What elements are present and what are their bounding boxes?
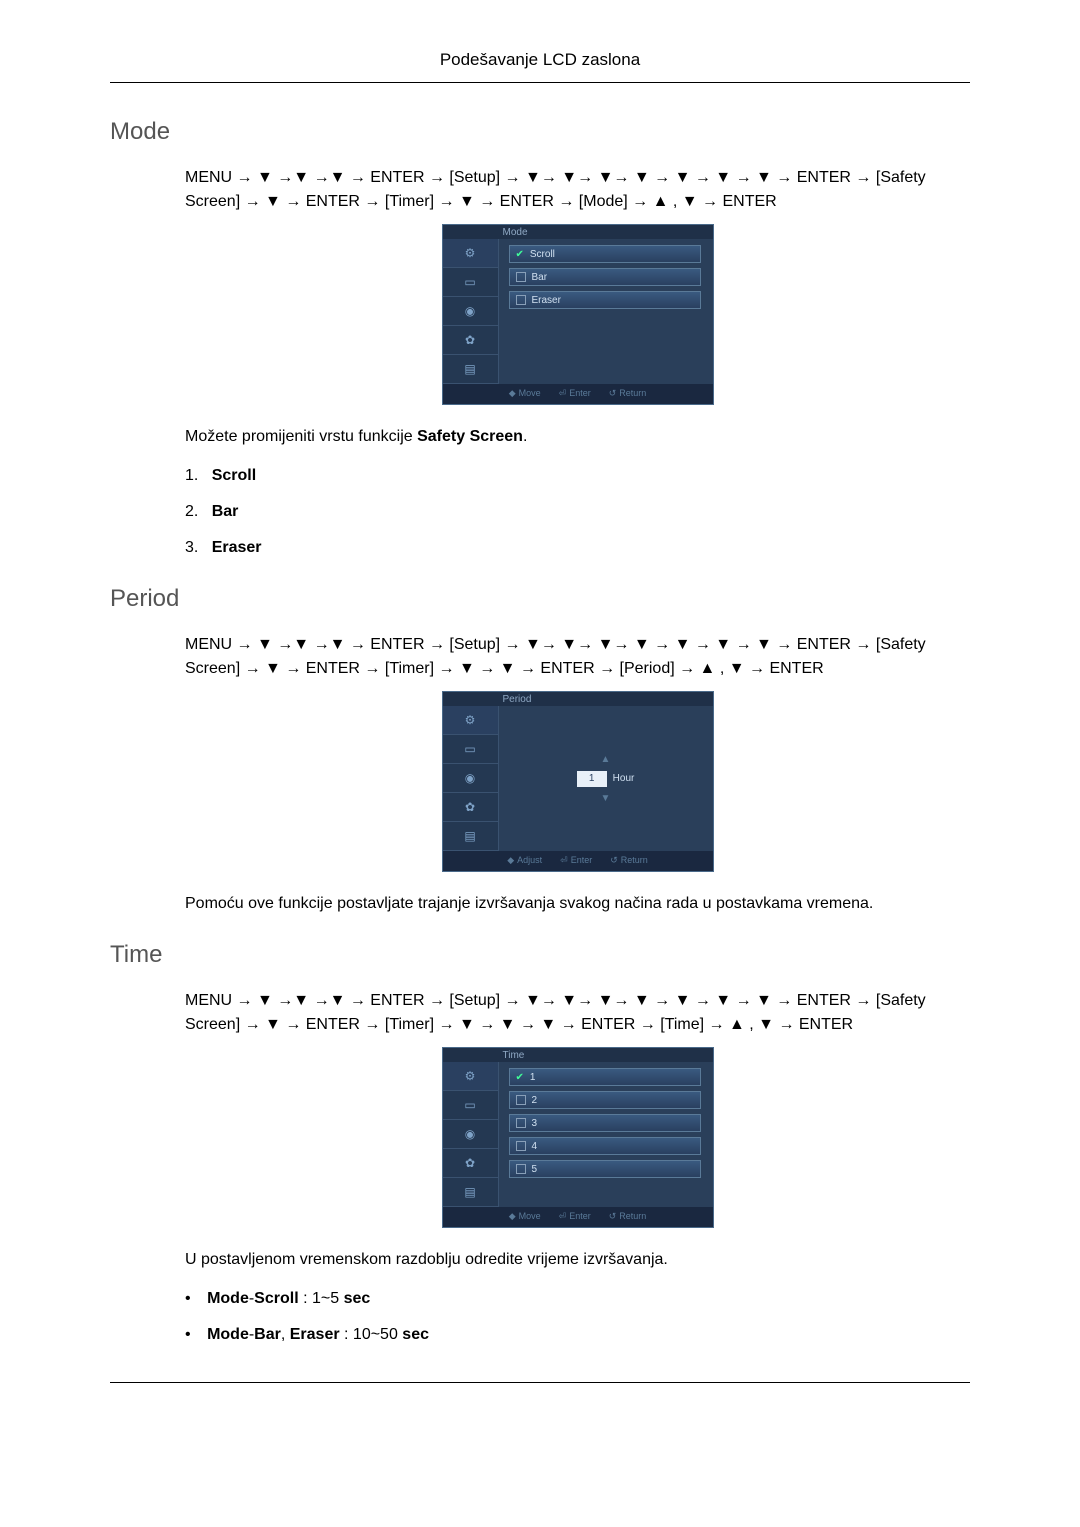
time-heading: Time — [110, 941, 970, 969]
osd-footer: ◆ Move ⏎ Enter ↺ Return — [443, 384, 713, 404]
osd-option-4: 4 — [509, 1137, 701, 1155]
footer-enter: ⏎ Enter — [559, 387, 591, 401]
footer-move: ◆ Move — [509, 387, 541, 401]
mode-body-text: Možete promijeniti vrstu funkcije Safety… — [185, 425, 970, 449]
mode-content: MENU → ▼ →▼ →▼ → ENTER → [Setup] → ▼→ ▼→… — [185, 166, 970, 560]
checkbox-icon — [516, 1118, 526, 1128]
osd-option-scroll: ✔ Scroll — [509, 245, 701, 263]
footer-enter: ⏎ Enter — [560, 854, 592, 868]
osd-option-label: 5 — [532, 1162, 538, 1177]
time-content: MENU → ▼ →▼ →▼ → ENTER → [Setup] → ▼→ ▼→… — [185, 989, 970, 1347]
osd-title: Time — [443, 1048, 713, 1062]
period-unit: Hour — [613, 771, 635, 786]
osd-title: Mode — [443, 225, 713, 239]
time-nav-path: MENU → ▼ →▼ →▼ → ENTER → [Setup] → ▼→ ▼→… — [185, 989, 970, 1037]
gear-icon: ✿ — [443, 1149, 498, 1178]
osd-option-label: 4 — [532, 1139, 538, 1154]
osd-sidebar: ⚙ ▭ ◉ ✿ ▤ — [443, 1062, 499, 1207]
checkbox-icon — [516, 1141, 526, 1151]
up-arrow-icon: ▲ — [601, 752, 611, 767]
down-arrow-icon: ▼ — [601, 791, 611, 806]
osd-footer: ◆ Move ⏎ Enter ↺ Return — [443, 1207, 713, 1227]
checkbox-icon — [516, 295, 526, 305]
period-heading: Period — [110, 585, 970, 613]
picture-icon: ⚙ — [443, 706, 498, 735]
osd-option-label: 1 — [530, 1070, 536, 1085]
osd-option-eraser: Eraser — [509, 291, 701, 309]
pip-icon: ▭ — [443, 735, 498, 764]
list-item: 2. Bar — [185, 500, 970, 524]
mode-nav-path: MENU → ▼ →▼ →▼ → ENTER → [Setup] → ▼→ ▼→… — [185, 166, 970, 214]
footer-divider — [110, 1382, 970, 1383]
osd-footer: ◆ Adjust ⏎ Enter ↺ Return — [443, 851, 713, 871]
osd-option-3: 3 — [509, 1114, 701, 1132]
info-icon: ▤ — [443, 1178, 498, 1207]
o-icon: ◉ — [443, 764, 498, 793]
o-icon: ◉ — [443, 1120, 498, 1149]
list-item: 1. Scroll — [185, 464, 970, 488]
osd-option-5: 5 — [509, 1160, 701, 1178]
time-osd: Time ⚙ ▭ ◉ ✿ ▤ ✔ 1 2 — [442, 1047, 714, 1228]
time-bullets: Mode-Scroll : 1~5 sec Mode-Bar, Eraser :… — [185, 1287, 970, 1347]
mode-heading: Mode — [110, 118, 970, 146]
checkbox-icon — [516, 1095, 526, 1105]
picture-icon: ⚙ — [443, 1062, 498, 1091]
mode-osd: Mode ⚙ ▭ ◉ ✿ ▤ ✔ Scroll Bar — [442, 224, 714, 405]
footer-return: ↺ Return — [609, 387, 647, 401]
list-item: 3. Eraser — [185, 536, 970, 560]
checkmark-icon: ✔ — [516, 247, 524, 262]
osd-option-label: Bar — [532, 270, 548, 285]
info-icon: ▤ — [443, 355, 498, 384]
period-nav-path: MENU → ▼ →▼ →▼ → ENTER → [Setup] → ▼→ ▼→… — [185, 633, 970, 681]
osd-option-label: Eraser — [532, 293, 561, 308]
osd-option-label: 3 — [532, 1116, 538, 1131]
list-item: Mode-Scroll : 1~5 sec — [185, 1287, 970, 1311]
page-container: Podešavanje LCD zaslona Mode MENU → ▼ →▼… — [0, 0, 1080, 1441]
period-osd: Period ⚙ ▭ ◉ ✿ ▤ ▲ 1 Hour ▼ — [442, 691, 714, 872]
pip-icon: ▭ — [443, 268, 498, 297]
osd-main: ▲ 1 Hour ▼ — [499, 706, 713, 851]
osd-main: ✔ 1 2 3 4 — [499, 1062, 713, 1207]
period-content: MENU → ▼ →▼ →▼ → ENTER → [Setup] → ▼→ ▼→… — [185, 633, 970, 916]
period-body-text: Pomoću ove funkcije postavljate trajanje… — [185, 892, 970, 916]
pip-icon: ▭ — [443, 1091, 498, 1120]
time-body-text: U postavljenom vremenskom razdoblju odre… — [185, 1248, 970, 1272]
mode-options-list: 1. Scroll 2. Bar 3. Eraser — [185, 464, 970, 560]
osd-title: Period — [443, 692, 713, 706]
info-icon: ▤ — [443, 822, 498, 851]
checkmark-icon: ✔ — [516, 1070, 524, 1085]
picture-icon: ⚙ — [443, 239, 498, 268]
page-header: Podešavanje LCD zaslona — [110, 50, 970, 83]
osd-option-label: Scroll — [530, 247, 555, 262]
footer-adjust: ◆ Adjust — [507, 854, 542, 868]
osd-sidebar: ⚙ ▭ ◉ ✿ ▤ — [443, 706, 499, 851]
osd-option-2: 2 — [509, 1091, 701, 1109]
period-value: 1 — [577, 771, 607, 787]
footer-enter: ⏎ Enter — [559, 1210, 591, 1224]
osd-option-1: ✔ 1 — [509, 1068, 701, 1086]
gear-icon: ✿ — [443, 326, 498, 355]
checkbox-icon — [516, 1164, 526, 1174]
osd-option-bar: Bar — [509, 268, 701, 286]
footer-return: ↺ Return — [610, 854, 648, 868]
o-icon: ◉ — [443, 297, 498, 326]
osd-sidebar: ⚙ ▭ ◉ ✿ ▤ — [443, 239, 499, 384]
osd-option-label: 2 — [532, 1093, 538, 1108]
footer-return: ↺ Return — [609, 1210, 647, 1224]
footer-move: ◆ Move — [509, 1210, 541, 1224]
gear-icon: ✿ — [443, 793, 498, 822]
osd-main: ✔ Scroll Bar Eraser — [499, 239, 713, 384]
list-item: Mode-Bar, Eraser : 10~50 sec — [185, 1323, 970, 1347]
checkbox-icon — [516, 272, 526, 282]
